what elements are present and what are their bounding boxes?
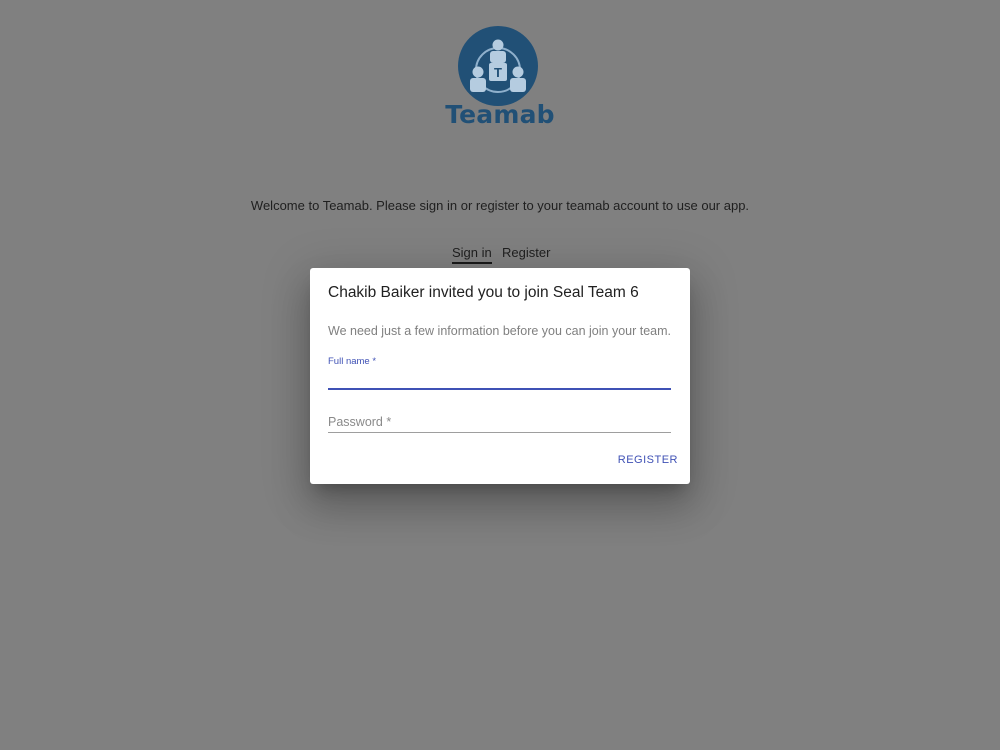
password-field	[328, 410, 671, 436]
welcome-message: Welcome to Teamab. Please sign in or reg…	[250, 198, 750, 213]
brand-name: Teamab	[445, 100, 555, 129]
tab-register[interactable]: Register	[502, 245, 550, 262]
full-name-field: Full name *	[328, 354, 671, 391]
invite-dialog: Chakib Baiker invited you to join Seal T…	[310, 268, 690, 484]
password-input[interactable]	[328, 412, 671, 433]
full-name-label: Full name *	[328, 356, 377, 367]
logo-letter: T	[494, 65, 502, 80]
team-network-icon: T	[458, 26, 538, 106]
register-button[interactable]: REGISTER	[616, 452, 680, 468]
teamab-logo: T Teamab	[440, 24, 560, 134]
tab-sign-in[interactable]: Sign in	[452, 245, 492, 264]
dialog-title: Chakib Baiker invited you to join Seal T…	[328, 284, 639, 301]
full-name-input[interactable]	[328, 368, 671, 390]
dialog-description: We need just a few information before yo…	[328, 324, 672, 338]
